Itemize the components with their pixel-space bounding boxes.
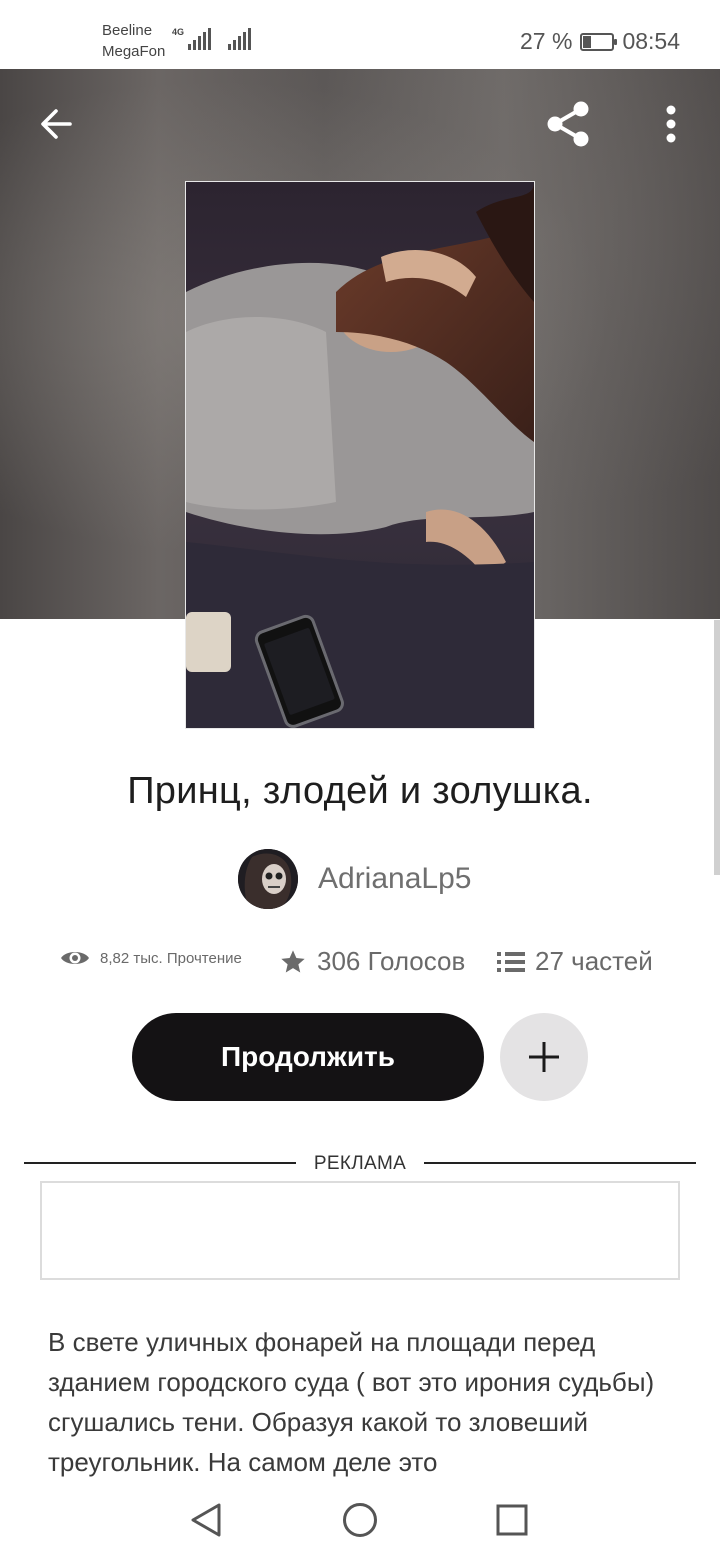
story-description: В свете уличных фонарей на площади перед…: [48, 1327, 655, 1477]
votes-stat: 306 Голосов: [279, 946, 465, 977]
plus-icon: [529, 1042, 559, 1072]
story-stats: 8,82 тыс. Прочтение 306 Голосов 27 часте…: [0, 946, 720, 986]
share-icon: [547, 101, 589, 147]
story-cover-image[interactable]: [185, 181, 535, 729]
author-link[interactable]: AdrianaLp5: [238, 849, 471, 909]
home-circle-icon: [343, 1503, 377, 1537]
avatar: [238, 849, 298, 909]
story-title: Принц, злодей и золушка.: [127, 770, 593, 812]
system-navigation-bar: [0, 1480, 720, 1560]
back-button[interactable]: [26, 94, 86, 154]
ad-label: РЕКЛАМА: [313, 1153, 407, 1174]
clock: 08:54: [622, 28, 680, 54]
reads-count: 8,82 тыс. Прочтение: [100, 949, 242, 967]
status-right: 27 % 08:54: [520, 28, 680, 55]
battery-icon: [580, 32, 618, 51]
arrow-left-icon: [41, 109, 72, 139]
parts-count: 27 частей: [535, 946, 653, 976]
reads-stat: 8,82 тыс. Прочтение: [60, 948, 242, 968]
network-type: 4G: [172, 27, 185, 37]
more-vertical-icon: [666, 105, 676, 143]
signal-icon-2: [228, 28, 251, 50]
author-name: AdrianaLp5: [318, 862, 472, 895]
status-bar: Beeline MegaFon 4G 27 % 08:54: [0, 0, 720, 69]
scroll-indicator: [714, 620, 720, 875]
more-options-button[interactable]: [646, 94, 696, 154]
nav-back-button[interactable]: [176, 1494, 236, 1546]
votes-count: 306 Голосов: [317, 946, 466, 976]
ad-banner[interactable]: [40, 1181, 680, 1280]
continue-reading-button[interactable]: Продолжить: [132, 1013, 484, 1101]
carrier-names: Beeline MegaFon: [102, 20, 165, 62]
list-icon: [497, 951, 525, 972]
parts-stat: 27 частей: [497, 946, 653, 977]
add-to-library-button[interactable]: [500, 1013, 588, 1101]
nav-recents-button[interactable]: [482, 1494, 542, 1546]
share-button[interactable]: [536, 94, 600, 154]
battery-percent: 27 %: [520, 28, 573, 54]
signal-icon: [188, 28, 211, 50]
carrier-1: Beeline: [102, 22, 153, 39]
back-triangle-icon: [191, 1503, 221, 1537]
ad-divider-left: [24, 1162, 296, 1164]
recents-square-icon: [496, 1504, 528, 1536]
star-icon: [281, 949, 305, 972]
eye-icon: [61, 952, 89, 964]
carrier-2: MegaFon: [102, 43, 166, 60]
nav-home-button[interactable]: [330, 1494, 390, 1546]
ad-divider-right: [424, 1162, 696, 1164]
